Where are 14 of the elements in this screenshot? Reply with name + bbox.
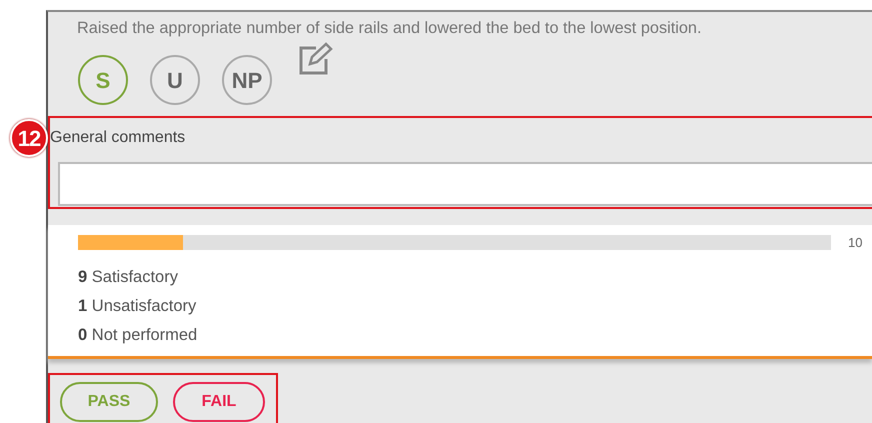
count-text: 9 Satisfactory: [78, 266, 179, 288]
skill-step-text: Raised the appropriate number of side rails and lowered the bed to the lowest position.: [76, 18, 702, 38]
edit-icon[interactable]: [298, 42, 334, 76]
rating-button[interactable]: U: [150, 55, 200, 105]
rating-button[interactable]: S: [78, 55, 128, 105]
percent-text: 10: [848, 234, 862, 252]
field-label: General comments: [50, 128, 186, 148]
pass-button[interactable]: PASS: [60, 382, 158, 422]
fail-button[interactable]: FAIL: [173, 382, 265, 422]
count-text: 0 Not performed: [78, 324, 198, 346]
comment-field[interactable]: [58, 162, 872, 206]
count-text: 1 Unsatisfactory: [78, 296, 198, 316]
callout-number: 12: [10, 119, 48, 157]
rating-button[interactable]: NP: [222, 55, 272, 105]
